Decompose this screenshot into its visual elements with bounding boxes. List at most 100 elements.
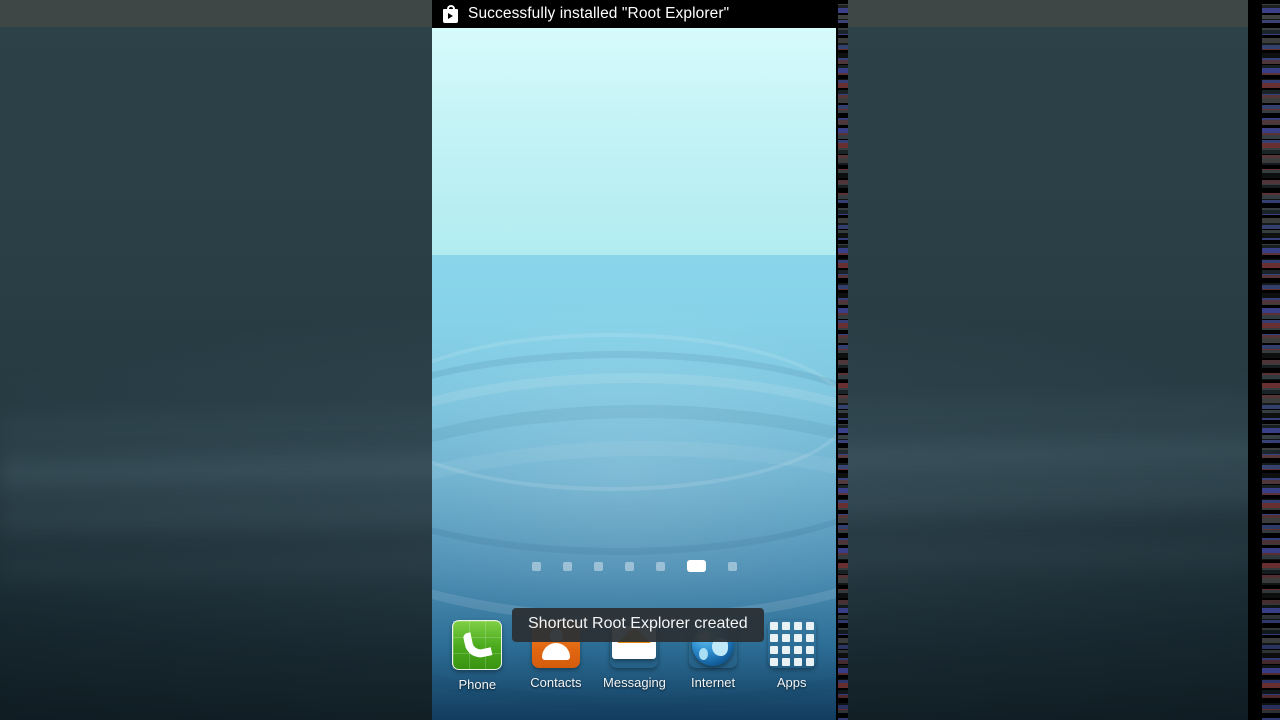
glitch-row	[1262, 214, 1280, 215]
phone-handset-icon	[452, 620, 503, 670]
glitch-row	[1262, 455, 1280, 458]
glitch-row	[1262, 379, 1280, 380]
glitch-row	[1262, 200, 1280, 203]
glitch-row	[1262, 544, 1280, 545]
dock-item-label: Internet	[691, 675, 736, 690]
glitch-row	[1262, 124, 1280, 125]
glitch-row	[838, 493, 848, 495]
glitch-row	[1262, 328, 1280, 330]
glitch-row	[838, 135, 848, 139]
glitch-row	[838, 353, 848, 358]
toast-message: Shortcut Root Explorer created	[512, 608, 764, 642]
page-indicator[interactable]	[432, 560, 837, 572]
page-dot[interactable]	[687, 560, 706, 572]
glitch-row	[838, 253, 848, 255]
glitch-row	[1262, 390, 1280, 394]
page-dot[interactable]	[625, 561, 634, 571]
glitch-row	[838, 225, 848, 229]
page-dot[interactable]	[728, 561, 737, 571]
glitch-row	[838, 214, 848, 215]
glitch-row	[838, 593, 848, 598]
page-dot[interactable]	[594, 561, 603, 571]
glitch-row	[1262, 508, 1280, 510]
page-dot[interactable]	[656, 561, 665, 571]
wallpaper-sky	[432, 28, 837, 255]
glitch-row	[1262, 163, 1280, 165]
notification-bar[interactable]: Successfully installed "Root Explorer"	[432, 0, 837, 28]
glitch-row	[838, 238, 848, 240]
contacts-body	[541, 643, 570, 660]
glitch-row	[1262, 20, 1280, 23]
glitch-row	[838, 328, 848, 330]
glitch-row	[838, 673, 848, 675]
glitch-row	[1262, 660, 1280, 664]
page-dot[interactable]	[563, 561, 572, 571]
glitch-row	[1262, 683, 1280, 688]
glitch-row	[1262, 225, 1280, 229]
glitch-row	[838, 163, 848, 165]
glitch-row	[838, 620, 848, 623]
glitch-row	[838, 645, 848, 649]
glitch-gap-right	[1248, 0, 1262, 720]
page-dot[interactable]	[532, 561, 541, 571]
dock-item-label: Phone	[458, 677, 497, 692]
notification-text: Successfully installed "Root Explorer"	[468, 5, 730, 22]
glitch-row	[838, 544, 848, 545]
globe-continent	[699, 648, 709, 660]
glitch-row	[838, 365, 848, 368]
glitch-row	[838, 338, 848, 343]
glitch-row	[838, 428, 848, 433]
glitch-row	[1262, 110, 1280, 113]
glitch-row	[838, 83, 848, 88]
glitch-row	[838, 683, 848, 688]
glitch-row	[838, 150, 848, 154]
glitch-row	[838, 315, 848, 319]
glitch-row	[838, 418, 848, 420]
glitch-row	[838, 185, 848, 188]
glitch-row	[1262, 570, 1280, 574]
play-store-bag-icon	[442, 5, 459, 23]
glitch-row	[838, 508, 848, 510]
glitch-row	[1262, 275, 1280, 278]
glitch-row	[838, 440, 848, 443]
glitch-row	[1262, 469, 1280, 470]
glitch-row	[1262, 135, 1280, 139]
dock-item-apps[interactable]: Apps	[755, 612, 829, 690]
glitch-row	[1262, 60, 1280, 64]
glitch-row	[838, 124, 848, 125]
phone-screen: Freedom Phone Contacts	[432, 0, 837, 720]
glitch-row	[1262, 620, 1280, 623]
glitch-row	[1262, 8, 1280, 13]
glitch-row	[838, 173, 848, 178]
glitch-row	[838, 289, 848, 290]
glitch-row	[1262, 493, 1280, 495]
glitch-row	[838, 73, 848, 75]
glitch-row	[1262, 185, 1280, 188]
glitch-row	[1262, 315, 1280, 319]
glitch-row	[1262, 634, 1280, 635]
glitch-row	[838, 695, 848, 698]
glitch-row	[1262, 365, 1280, 368]
glitch-row	[1262, 440, 1280, 443]
glitch-row	[838, 710, 848, 713]
glitch-row	[838, 634, 848, 635]
glitch-row	[1262, 98, 1280, 103]
video-frame: Freedom Phone Contacts	[0, 0, 1280, 720]
apps-grid-icon	[768, 620, 816, 668]
dock-item-label: Messaging	[603, 675, 666, 690]
glitch-row	[1262, 530, 1280, 533]
glitch-row	[838, 390, 848, 394]
glitch-row	[838, 570, 848, 574]
glitch-row	[838, 263, 848, 268]
glitch-row	[838, 275, 848, 278]
dock-item-phone[interactable]: Phone	[440, 612, 514, 692]
glitch-row	[1262, 238, 1280, 240]
glitch-row	[838, 379, 848, 380]
glitch-row	[838, 559, 848, 560]
glitch-row	[1262, 593, 1280, 598]
glitch-row	[838, 98, 848, 103]
glitch-row	[1262, 559, 1280, 560]
glitch-row	[1262, 49, 1280, 50]
glitch-row	[1262, 480, 1280, 484]
glitch-row	[1262, 253, 1280, 255]
